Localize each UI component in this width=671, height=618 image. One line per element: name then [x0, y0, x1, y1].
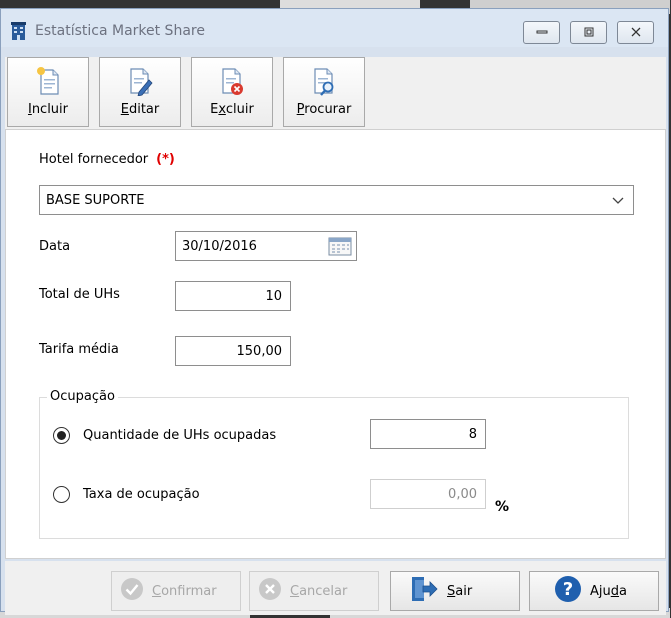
data-label: Data: [39, 239, 71, 254]
total-uhs-label: Total de UHs: [39, 287, 120, 302]
ajuda-label: Ajuda: [590, 583, 627, 599]
data-value: 30/10/2016: [182, 238, 257, 254]
close-button[interactable]: [617, 21, 654, 44]
minimize-icon: [536, 26, 548, 40]
document-edit-icon: [100, 66, 180, 96]
total-uhs-field[interactable]: 10: [175, 281, 291, 311]
procurar-button[interactable]: Procurar: [283, 57, 365, 127]
confirmar-button[interactable]: Confirmar: [111, 571, 241, 611]
tarifa-media-field[interactable]: 150,00: [175, 336, 291, 366]
data-field[interactable]: 30/10/2016: [175, 231, 357, 261]
excluir-label: Excluir: [210, 102, 254, 117]
percent-symbol: %: [495, 499, 510, 515]
confirmar-label: Confirmar: [152, 583, 217, 599]
editar-button[interactable]: Editar: [99, 57, 181, 127]
svg-text:?: ?: [563, 579, 573, 600]
taxa-label[interactable]: Taxa de ocupação: [83, 487, 200, 502]
document-search-icon: [284, 66, 364, 96]
quantidade-radio[interactable]: [53, 427, 70, 444]
tarifa-media-label: Tarifa média: [39, 342, 119, 357]
close-icon: [630, 26, 642, 40]
incluir-button[interactable]: Incluir: [7, 57, 89, 127]
x-circle-icon: [258, 577, 282, 605]
title-bar[interactable]: Estatística Market Share: [1, 9, 668, 47]
required-marker: (*): [156, 152, 175, 167]
taxa-field[interactable]: 0,00: [370, 479, 486, 509]
excluir-button[interactable]: Excluir: [191, 57, 273, 127]
taxa-value: 0,00: [448, 486, 477, 502]
window-title: Estatística Market Share: [35, 23, 205, 39]
chevron-down-icon: [611, 193, 625, 211]
total-uhs-value: 10: [265, 288, 282, 304]
editar-label: Editar: [120, 102, 160, 117]
procurar-label: Procurar: [296, 102, 352, 117]
hotel-fornecedor-select[interactable]: BASE SUPORTE: [39, 185, 634, 215]
ajuda-button[interactable]: ? Ajuda: [529, 571, 659, 611]
maximize-button[interactable]: [570, 21, 607, 44]
quantidade-label[interactable]: Quantidade de UHs ocupadas: [83, 428, 276, 443]
cancelar-button[interactable]: Cancelar: [249, 571, 379, 611]
sair-label: Sair: [447, 583, 473, 599]
toolbar: Incluir Editar Excluir Procurar: [5, 57, 666, 129]
quantidade-value: 8: [468, 426, 477, 442]
sair-button[interactable]: Sair: [390, 571, 520, 611]
dialog-window: Estatística Market Share Incluir Editar …: [0, 8, 669, 615]
tarifa-media-value: 150,00: [236, 343, 283, 359]
check-circle-icon: [120, 577, 144, 605]
help-icon: ?: [554, 575, 582, 607]
ocupacao-groupbox: [39, 397, 629, 539]
hotel-fornecedor-value: BASE SUPORTE: [46, 192, 145, 208]
hotel-building-icon: [11, 22, 26, 40]
exit-door-icon: [409, 575, 439, 607]
maximize-icon: [583, 26, 595, 40]
document-new-icon: [8, 66, 88, 96]
minimize-button[interactable]: [523, 21, 560, 44]
ocupacao-title: Ocupação: [47, 389, 118, 404]
incluir-label: Incluir: [27, 102, 69, 117]
document-delete-icon: [192, 66, 272, 96]
hotel-fornecedor-label: Hotel fornecedor (*): [39, 152, 175, 167]
cancelar-label: Cancelar: [290, 583, 348, 599]
taxa-radio[interactable]: [53, 486, 70, 503]
quantidade-field[interactable]: 8: [370, 419, 486, 449]
calendar-icon[interactable]: [328, 237, 352, 260]
